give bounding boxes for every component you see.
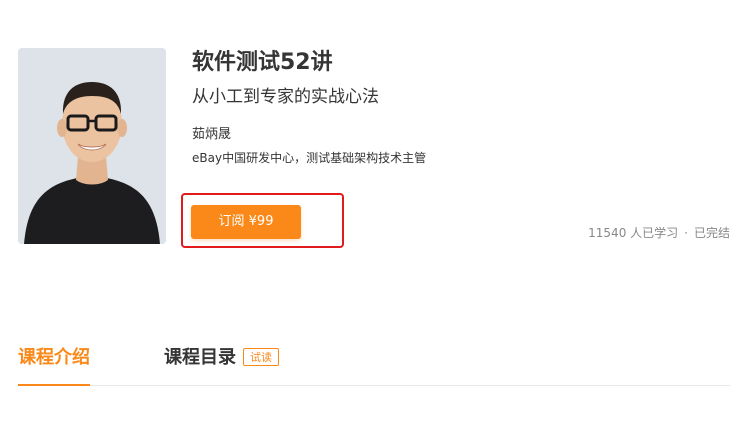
course-cover-image xyxy=(18,48,166,244)
course-status: 已完结 xyxy=(693,226,730,240)
stats-separator: · xyxy=(684,226,688,240)
tab-course-catalog-label: 课程目录 xyxy=(164,347,236,368)
author-name: 茹炳晟 xyxy=(192,127,232,142)
author-intro: eBay中国研发中心，测试基础架构技术主管 xyxy=(192,151,427,165)
author-photo-icon xyxy=(18,48,166,244)
course-stats: 11540 人已学习 · 已完结 xyxy=(588,224,730,241)
course-subtitle: 从小工到专家的实战心法 xyxy=(192,87,379,107)
tab-course-catalog[interactable]: 课程目录 试读 xyxy=(164,343,279,385)
course-title: 软件测试52讲 xyxy=(192,50,333,75)
course-tabs: 课程介绍 课程目录 试读 xyxy=(18,343,730,386)
tab-course-intro[interactable]: 课程介绍 xyxy=(18,343,90,386)
subscribe-button[interactable]: 订阅 ¥99 xyxy=(191,205,301,239)
learners-count: 11540 人已学习 xyxy=(588,226,679,240)
trial-badge: 试读 xyxy=(243,348,279,366)
tab-course-intro-label: 课程介绍 xyxy=(18,347,90,368)
